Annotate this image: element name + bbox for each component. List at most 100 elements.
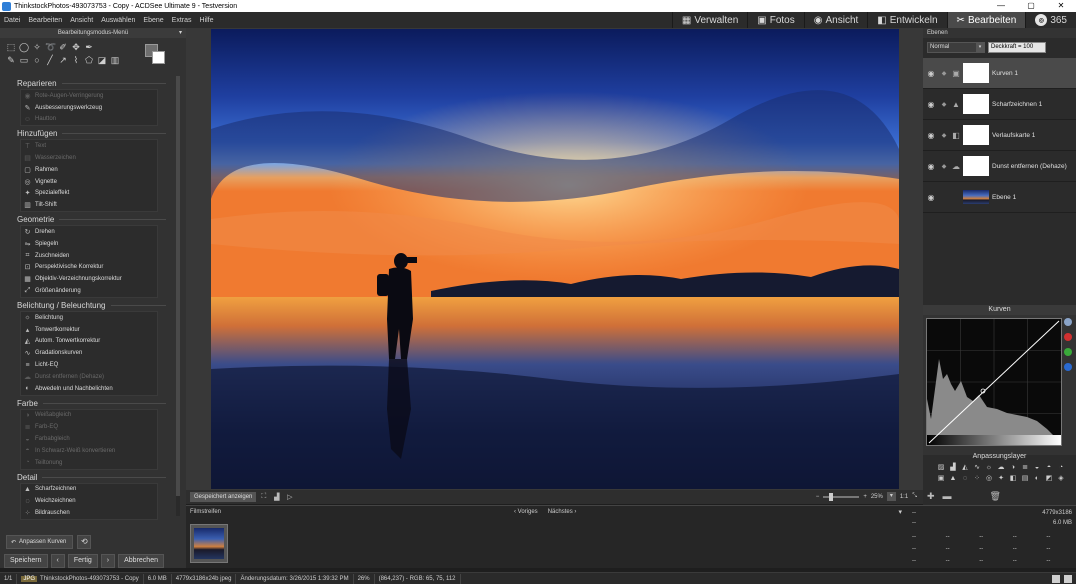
tone-curves-icon[interactable]: ∿ [971,463,983,472]
sharpen-icon[interactable]: ▲ [947,474,959,483]
maximize-button[interactable]: ▢ [1016,0,1046,12]
tool-entry[interactable]: ▲ Scharfzeichnen [21,484,157,496]
zoom-slider-knob[interactable] [829,492,834,501]
vignette-icon[interactable]: ◎ [983,474,995,483]
color-balance-icon[interactable]: ◒ [1031,463,1043,472]
menu-datei[interactable]: Datei [0,17,24,24]
rectangle-icon[interactable]: ▭ [19,55,29,65]
tool-entry[interactable]: ▴ Tonwertkorrektur [21,324,157,336]
tool-entry[interactable]: ✦ Spezialeffekt [21,188,157,200]
group-header[interactable]: Farbe [0,398,170,409]
layer-row[interactable]: ◉ ◆ ☁ Dunst entfernen (Dehaze) [923,151,1076,182]
magic-wand-icon[interactable]: ✧ [32,42,42,52]
pencil-icon[interactable]: ✎ [6,55,16,65]
threshold-icon[interactable]: ◐ [1031,474,1043,483]
minimize-button[interactable]: — [986,0,1016,12]
tool-entry[interactable]: ◎ Vignette [21,176,157,188]
layer-row[interactable]: ◉ ◆ ▲ Scharfzeichnen 1 [923,89,1076,120]
tool-entry[interactable]: ◌ Weichzeichnen [21,495,157,507]
mode-bearbeiten-button[interactable]: ✂ Bearbeiten [946,12,1026,28]
link-icon[interactable]: ◆ [939,70,949,77]
tool-entry[interactable]: ▦ Objektiv-Verzeichnungskorrektur [21,273,157,285]
gradient-icon[interactable]: ▥ [110,55,120,65]
visibility-eye-icon[interactable]: ◉ [923,193,939,202]
lasso-icon[interactable]: ➰ [45,42,56,52]
edited-photo[interactable] [211,29,899,489]
tool-entry[interactable]: ⌗ Zuschneiden [21,250,157,262]
dehaze-icon[interactable]: ☁ [995,463,1007,472]
ellipse-icon[interactable]: ○ [32,55,42,65]
move-icon[interactable]: ✥ [71,42,81,52]
opacity-field[interactable]: Deckkraft = 100 [988,41,1046,53]
curves-graph[interactable] [926,318,1062,446]
noise-icon[interactable]: ⁘ [971,474,983,483]
image-canvas[interactable] [186,28,923,490]
menu-ansicht[interactable]: Ansicht [66,17,97,24]
visibility-eye-icon[interactable]: ◉ [923,100,939,109]
channel-rgb[interactable] [1064,318,1072,326]
gradient-map-icon[interactable]: ◧ [1007,474,1019,483]
layer-mask-icon[interactable]: ▬ [943,491,952,501]
cancel-button[interactable]: Abbrechen [118,554,164,568]
tool-entry[interactable]: ☼ Belichtung [21,312,157,324]
zoom-actual-size[interactable]: 1:1 [900,494,908,500]
ellipse-select-icon[interactable]: ◯ [19,42,29,52]
channel-blue[interactable] [1064,363,1072,371]
eyedropper-icon[interactable]: ✒ [84,42,94,52]
next-link[interactable]: Nächstes › [548,509,577,515]
posterize-icon[interactable]: ▤ [1019,474,1031,483]
tool-entry[interactable]: ⁘ Bildrauschen [21,507,157,519]
play-icon[interactable]: ▷ [284,493,295,501]
close-button[interactable]: ✕ [1046,0,1076,12]
levels-icon[interactable]: ▟ [947,463,959,472]
layer-row[interactable]: ◉ Ebene 1 [923,182,1076,213]
tool-entry[interactable]: ∿ Gradationskurven [21,347,157,359]
menu-ebene[interactable]: Ebene [139,17,167,24]
tool-entry[interactable]: ▢ Rahmen [21,164,157,176]
tool-entry[interactable]: ◭ Autom. Tonwertkorrektur [21,336,157,348]
done-button[interactable]: Fertig [67,554,98,568]
histogram-icon[interactable]: ▟ [271,493,282,501]
white-balance-icon[interactable]: ◑ [1007,463,1019,472]
brush-select-icon[interactable]: ✐ [58,42,68,52]
color-swatch[interactable] [145,44,167,66]
menu-auswaehlen[interactable]: Auswählen [97,17,139,24]
collapse-filmstrip-icon[interactable]: ▾ [898,508,902,516]
group-header[interactable]: Geometrie [0,214,170,225]
zoom-slider[interactable] [823,492,860,501]
tool-entry[interactable]: ▥ Tilt-Shift [21,199,157,211]
panel-scrollbar[interactable] [176,76,180,516]
show-saved-button[interactable]: Gespeichert anzeigen [190,492,257,502]
blur-icon[interactable]: ◌ [959,474,971,483]
view-mode-icon[interactable] [1052,574,1060,583]
link-icon[interactable]: ◆ [939,101,949,108]
mode-fotos-button[interactable]: ▣ Fotos [747,12,803,28]
invert-icon[interactable]: ◩ [1043,474,1055,483]
background-color[interactable] [152,51,165,64]
zoom-in-icon[interactable]: + [863,494,867,500]
zoom-dropdown[interactable]: ▾ [886,492,896,501]
group-header[interactable]: Hinzufügen [0,128,170,139]
layer-row[interactable]: ◉ ◆ ▣ Kurven 1 [923,58,1076,89]
mode-entwickeln-button[interactable]: ◧ Entwickeln [867,12,946,28]
visibility-eye-icon[interactable]: ◉ [923,69,939,78]
photo-filter-icon[interactable]: ▣ [935,474,947,483]
scrollbar-thumb[interactable] [176,76,180,496]
visibility-eye-icon[interactable]: ◉ [923,162,939,171]
menu-hilfe[interactable]: Hilfe [196,17,218,24]
eraser-icon[interactable]: ◪ [97,55,107,65]
bw-icon[interactable]: ◓ [1043,463,1055,472]
color-eq-icon[interactable]: ≣ [1019,463,1031,472]
split-tone-icon[interactable]: ◔ [1055,463,1067,472]
panel-menu-icon[interactable]: ▾ [179,28,182,38]
polyline-icon[interactable]: ⌇ [71,55,81,65]
tool-entry[interactable]: ◐ Abwedeln und Nachbelichten [21,383,157,395]
panel-toggle-icon[interactable] [1064,574,1072,583]
previous-button[interactable]: ‹ [50,554,65,568]
blend-mode-select[interactable]: Normal ▾ [927,41,985,53]
tool-entry[interactable]: ↻ Drehen [21,226,157,238]
link-icon[interactable]: ◆ [939,132,949,139]
tool-entry[interactable]: ⤢ Größenänderung [21,285,157,297]
channel-green[interactable] [1064,348,1072,356]
hue-icon[interactable]: ◈ [1055,474,1067,483]
